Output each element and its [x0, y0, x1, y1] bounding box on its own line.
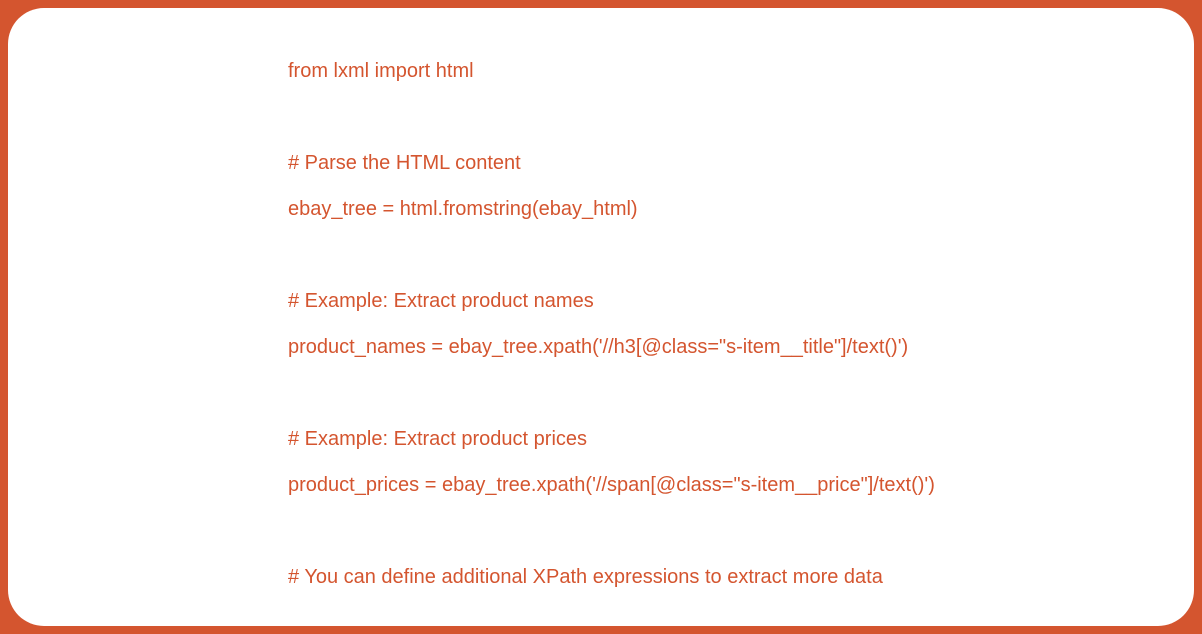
code-line: # You can define additional XPath expres…	[288, 566, 883, 588]
code-block: from lxml import html # Parse the HTML c…	[288, 48, 1164, 600]
code-line: product_names = ebay_tree.xpath('//h3[@c…	[288, 336, 908, 358]
code-line: from lxml import html	[288, 60, 474, 82]
code-line: product_prices = ebay_tree.xpath('//span…	[288, 474, 935, 496]
code-line: # Parse the HTML content	[288, 152, 521, 174]
code-line: # Example: Extract product prices	[288, 428, 587, 450]
code-panel: from lxml import html # Parse the HTML c…	[8, 8, 1194, 626]
code-line: # Example: Extract product names	[288, 290, 594, 312]
code-line: ebay_tree = html.fromstring(ebay_html)	[288, 198, 638, 220]
